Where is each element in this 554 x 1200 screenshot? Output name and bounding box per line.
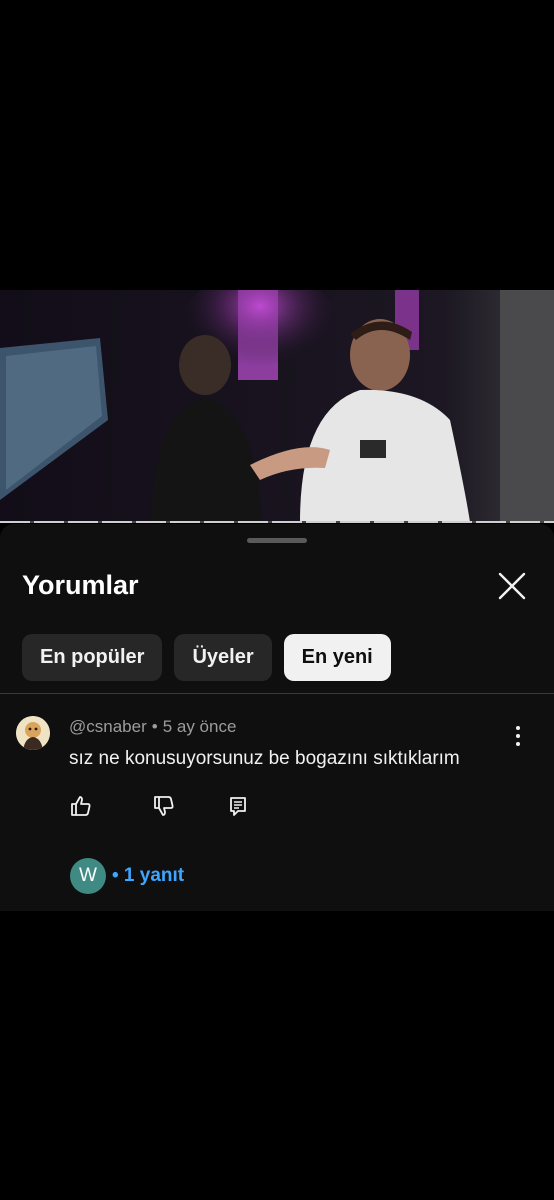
dislike-icon[interactable] <box>152 794 176 818</box>
comment-meta: @csnaber • 5 ay önce <box>69 717 236 737</box>
divider <box>0 693 554 694</box>
more-options-icon[interactable] <box>510 724 526 748</box>
comment-time: 5 ay önce <box>162 717 237 736</box>
chip-popular[interactable]: En popüler <box>22 634 163 681</box>
comment-text: sız ne konusuyorsunuz be bogazını sıktık… <box>69 748 460 769</box>
video-frame <box>0 290 554 522</box>
close-icon[interactable] <box>496 570 528 602</box>
replies-link[interactable]: • 1 yanıt <box>112 865 184 887</box>
avatar-image <box>16 716 50 750</box>
comment-author[interactable]: @csnaber <box>69 717 147 736</box>
chip-newest[interactable]: En yeni <box>283 634 391 681</box>
avatar[interactable] <box>16 716 50 750</box>
filter-chips: En popüler Üyeler En yeni <box>22 634 391 681</box>
sheet-title: Yorumlar <box>22 570 139 600</box>
chip-members[interactable]: Üyeler <box>174 634 272 681</box>
reply-icon[interactable] <box>226 794 250 818</box>
drag-handle[interactable] <box>247 538 307 543</box>
comments-sheet: Yorumlar En popüler Üyeler En yeni @csna… <box>0 524 554 911</box>
reply-avatar[interactable]: W <box>70 858 106 894</box>
meta-separator: • <box>151 717 158 736</box>
video-progress-bar[interactable] <box>0 521 554 523</box>
like-icon[interactable] <box>69 794 93 818</box>
video-player[interactable] <box>0 290 554 522</box>
